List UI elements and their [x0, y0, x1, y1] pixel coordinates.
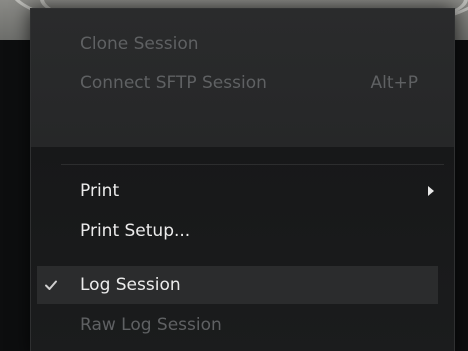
menu-item-label: Raw Log Session [80, 315, 222, 335]
context-menu: Clone Session Connect SFTP Session Alt+P… [30, 8, 455, 351]
menu-item-label: Print [80, 181, 120, 201]
menu-item-label: Print Setup... [80, 221, 191, 241]
menu-item-log-session[interactable]: Log Session [37, 266, 438, 304]
checkmark-icon [45, 280, 57, 290]
menu-item-label: Log Session [80, 275, 181, 295]
menu-item-connect-sftp-session[interactable]: Connect SFTP Session Alt+P [31, 64, 454, 102]
menu-item-shortcut: Alt+P [370, 73, 418, 93]
chevron-right-icon [428, 186, 434, 196]
menu-item-print-setup[interactable]: Print Setup... [31, 212, 454, 250]
menu-item-label: Connect SFTP Session [80, 73, 267, 93]
menu-item-clone-session[interactable]: Clone Session [31, 25, 454, 63]
menu-separator [61, 164, 444, 165]
menu-item-raw-log-session[interactable]: Raw Log Session [31, 306, 454, 344]
menu-item-label: Clone Session [80, 34, 199, 54]
menu-item-print[interactable]: Print [31, 172, 454, 210]
